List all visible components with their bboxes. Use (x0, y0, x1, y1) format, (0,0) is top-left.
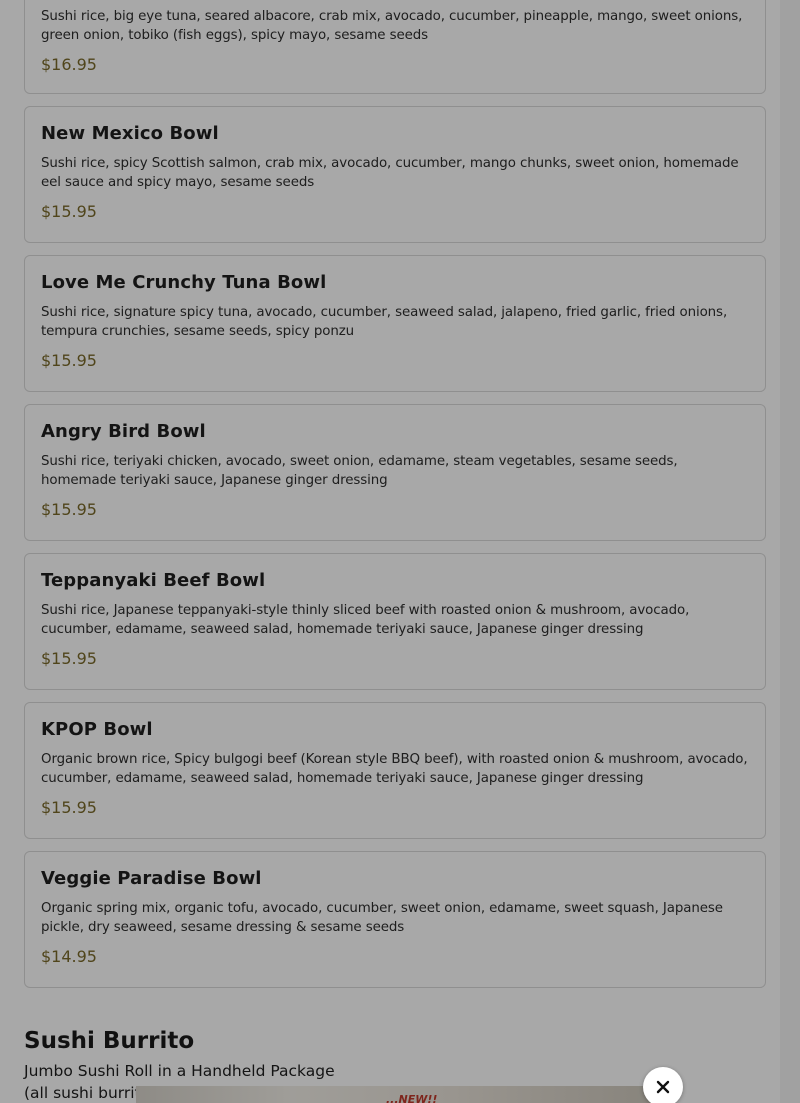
close-icon (656, 1080, 670, 1094)
close-button[interactable] (643, 1067, 683, 1103)
modal-overlay[interactable] (0, 0, 800, 1103)
